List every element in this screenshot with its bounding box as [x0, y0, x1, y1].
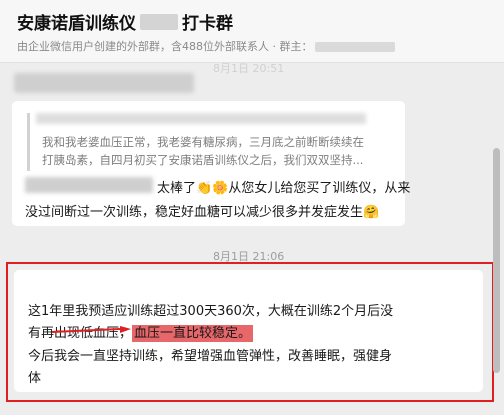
hug-emoji-icon: 🤗: [363, 205, 380, 220]
reply-line-1-pre: 太棒了: [157, 181, 197, 196]
redacted-quote-header: [36, 113, 366, 124]
reply-line-2: 没过间断过一次训练，稳定好血糖可以减少很多并发症发生🤗: [25, 201, 379, 220]
timestamp-faded: 8月1日 20:51: [213, 62, 285, 75]
message-bubble-reply[interactable]: 我和我老婆血压正常，我老婆有糖尿病，三月底之前断断续续在 打胰岛素，自四月初买了…: [12, 101, 410, 226]
group-title-prefix: 安康诺盾训练仪: [17, 14, 136, 34]
reply-line-1: 太棒了👏🌼从您女儿给您买了训练仪，从来: [157, 177, 410, 196]
subtitle-text: 由企业微信用户创建的外部群，含488位外部联系人 · 群主：: [17, 40, 313, 53]
redacted-sender-name-top: [14, 73, 194, 93]
group-title[interactable]: 安康诺盾训练仪 打卡群: [17, 9, 233, 34]
redacted-owner-name: [315, 42, 396, 52]
redacted-title-part: [140, 13, 178, 30]
reply-line-2-text: 没过间断过一次训练，稳定好血糖可以减少很多并发症发生: [25, 205, 364, 220]
chat-header: 安康诺盾训练仪 打卡群 由企业微信用户创建的外部群，含488位外部联系人 · 群主…: [0, 0, 504, 63]
flower-emoji-icon: 🌼: [212, 181, 229, 196]
chat-scrollbar[interactable]: [493, 148, 500, 373]
red-highlight-box-annotation: [6, 262, 494, 402]
quote-line-1: 我和我老婆血压正常，我老婆有糖尿病，三月底之前断断续续在: [42, 135, 364, 149]
quote-line-2: 打胰岛素，自四月初买了安康诺盾训练仪之后，我们双双坚持...: [42, 153, 364, 167]
redacted-mention-name: [25, 177, 153, 193]
clap-emoji-icon: 👏: [196, 181, 213, 196]
group-title-suffix: 打卡群: [182, 14, 233, 34]
group-subtitle: 由企业微信用户创建的外部群，含488位外部联系人 · 群主：: [17, 38, 396, 54]
reply-line-1-post: 从您女儿给您买了训练仪，从来: [228, 181, 411, 196]
quoted-message[interactable]: 我和我老婆血压正常，我老婆有糖尿病，三月底之前断断续续在 打胰岛素，自四月初买了…: [27, 113, 398, 171]
